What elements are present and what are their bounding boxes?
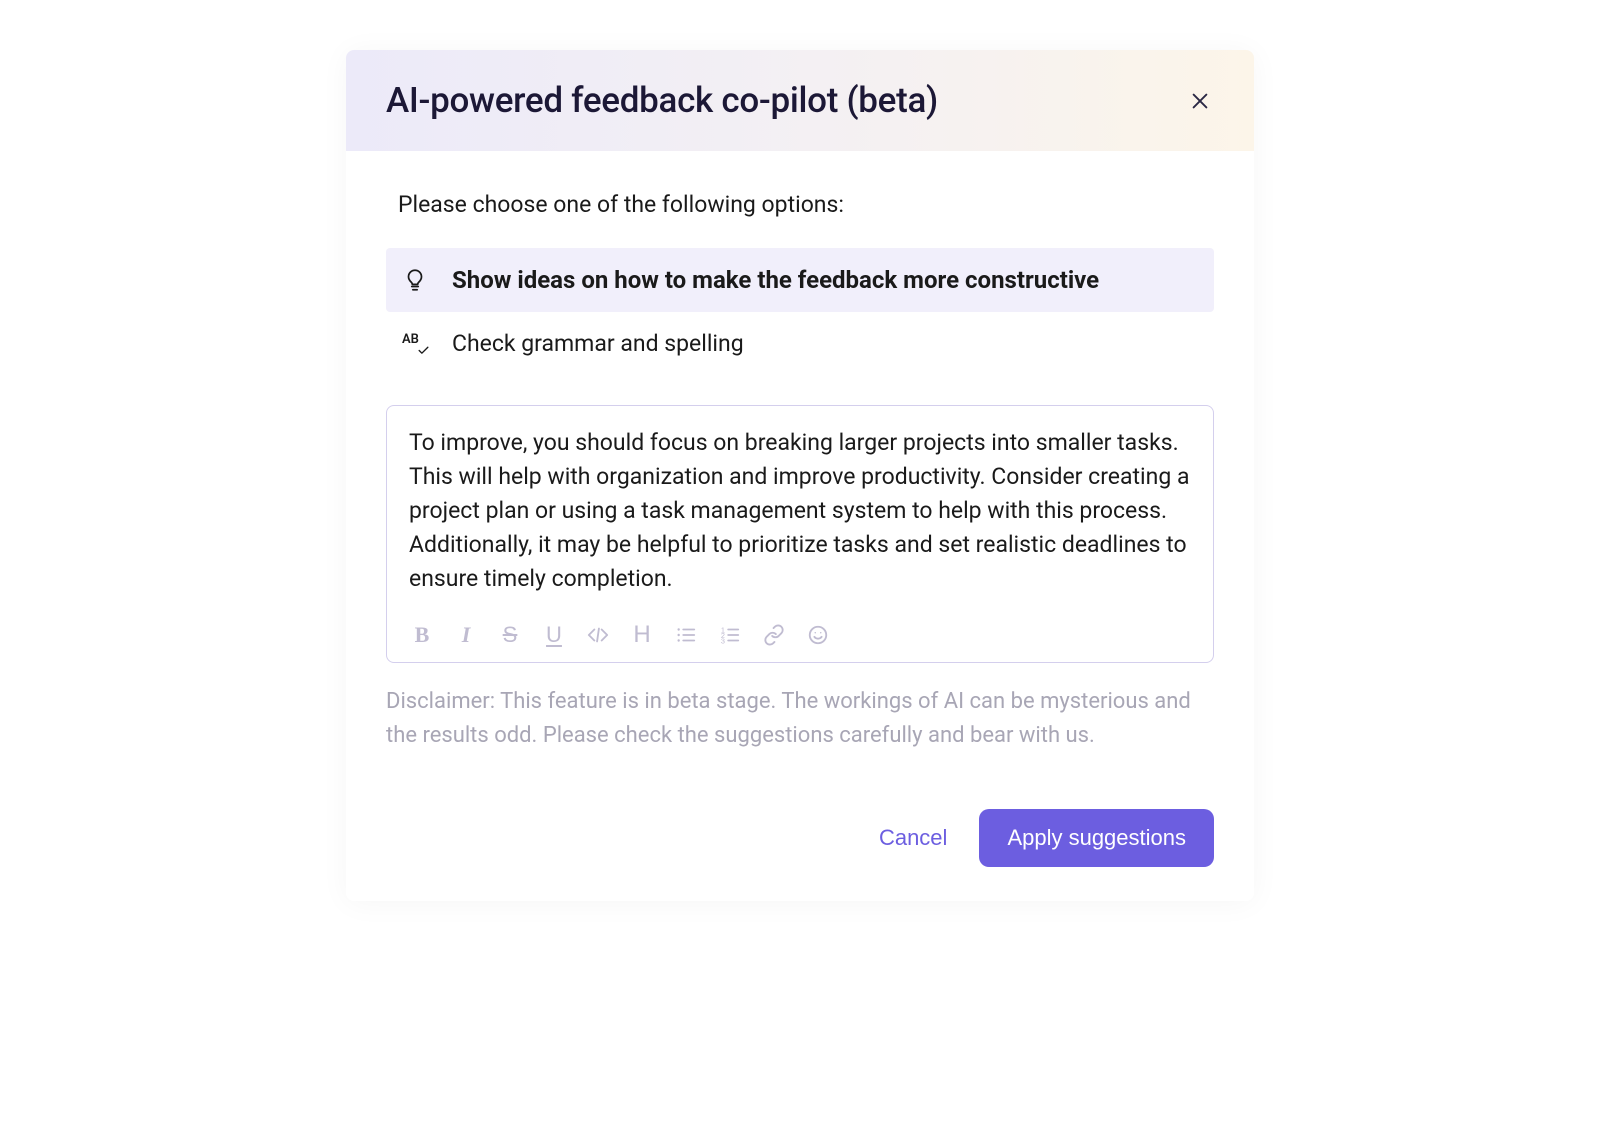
ordered-list-button[interactable]: 1 2 3 [717, 622, 743, 648]
prompt-text: Please choose one of the following optio… [386, 191, 1214, 218]
code-button[interactable] [585, 622, 611, 648]
apply-suggestions-button[interactable]: Apply suggestions [979, 809, 1214, 867]
option-label: Show ideas on how to make the feedback m… [452, 266, 1099, 294]
lightbulb-icon [402, 267, 428, 293]
modal-footer: Cancel Apply suggestions [346, 809, 1254, 901]
bullet-list-icon [675, 624, 697, 646]
option-constructive-ideas[interactable]: Show ideas on how to make the feedback m… [386, 248, 1214, 312]
svg-text:3: 3 [721, 636, 725, 645]
modal-body: Please choose one of the following optio… [346, 151, 1254, 809]
editor-content[interactable]: To improve, you should focus on breaking… [409, 426, 1191, 596]
link-icon [763, 624, 785, 646]
cancel-button[interactable]: Cancel [879, 825, 947, 851]
ordered-list-icon: 1 2 3 [719, 624, 741, 646]
link-button[interactable] [761, 622, 787, 648]
modal-header: AI-powered feedback co-pilot (beta) [346, 50, 1254, 151]
editor-box[interactable]: To improve, you should focus on breaking… [386, 405, 1214, 663]
modal-title: AI-powered feedback co-pilot (beta) [386, 80, 938, 121]
spellcheck-icon: AB [402, 331, 428, 357]
close-icon [1189, 90, 1211, 112]
heading-button[interactable]: H [629, 622, 655, 648]
emoji-button[interactable] [805, 622, 831, 648]
bullet-list-button[interactable] [673, 622, 699, 648]
option-label: Check grammar and spelling [452, 330, 744, 357]
bold-button[interactable]: B [409, 622, 435, 648]
feedback-copilot-modal: AI-powered feedback co-pilot (beta) Plea… [346, 50, 1254, 901]
options-list: Show ideas on how to make the feedback m… [386, 248, 1214, 375]
close-button[interactable] [1186, 87, 1214, 115]
emoji-icon [807, 624, 829, 646]
strikethrough-button[interactable]: S [497, 622, 523, 648]
disclaimer-text: Disclaimer: This feature is in beta stag… [386, 685, 1214, 753]
option-grammar-spelling[interactable]: AB Check grammar and spelling [386, 312, 1214, 375]
underline-button[interactable]: U [541, 622, 567, 648]
italic-button[interactable]: I [453, 622, 479, 648]
code-icon [587, 624, 609, 646]
editor-toolbar: B I S U H [409, 622, 1191, 648]
